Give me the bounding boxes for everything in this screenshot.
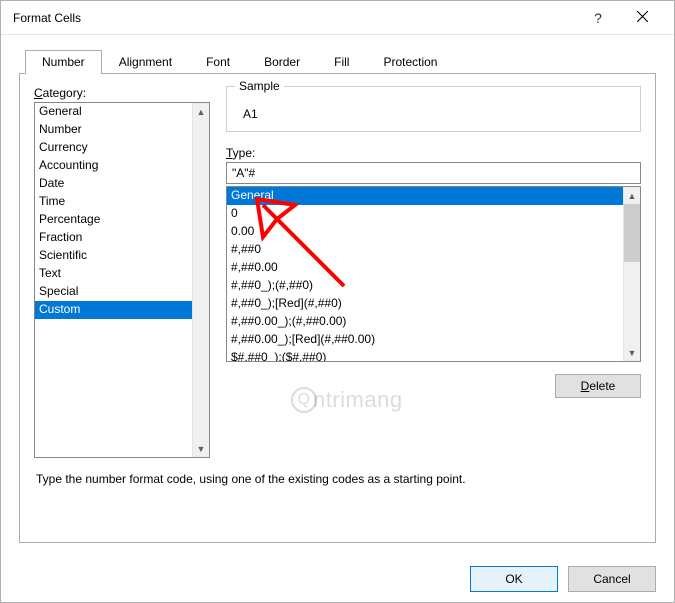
category-item[interactable]: Percentage	[35, 211, 209, 229]
category-item[interactable]: Time	[35, 193, 209, 211]
format-item[interactable]: General	[227, 187, 640, 205]
scroll-up-icon[interactable]: ▲	[624, 187, 640, 204]
type-input[interactable]	[226, 162, 641, 184]
category-item[interactable]: Custom	[35, 301, 209, 319]
scroll-down-icon[interactable]: ▼	[193, 440, 209, 457]
tab-protection[interactable]: Protection	[366, 50, 454, 74]
sample-group: Sample A1	[226, 86, 641, 132]
tab-strip: Number Alignment Font Border Fill Protec…	[25, 49, 656, 73]
category-label: Category:	[34, 86, 86, 100]
category-listbox[interactable]: GeneralNumberCurrencyAccountingDateTimeP…	[34, 102, 210, 458]
format-item[interactable]: #,##0	[227, 241, 640, 259]
window-title: Format Cells	[13, 11, 81, 25]
category-item[interactable]: Number	[35, 121, 209, 139]
category-item[interactable]: Fraction	[35, 229, 209, 247]
close-button[interactable]	[620, 3, 664, 33]
help-button[interactable]: ?	[576, 3, 620, 33]
scroll-up-icon[interactable]: ▲	[193, 103, 209, 120]
format-item[interactable]: 0.00	[227, 223, 640, 241]
category-item[interactable]: General	[35, 103, 209, 121]
format-scrollbar[interactable]: ▲ ▼	[623, 187, 640, 361]
category-item[interactable]: Currency	[35, 139, 209, 157]
tab-fill[interactable]: Fill	[317, 50, 366, 74]
format-item[interactable]: $#,##0_);($#,##0)	[227, 349, 640, 362]
format-item[interactable]: #,##0.00_);[Red](#,##0.00)	[227, 331, 640, 349]
category-item[interactable]: Scientific	[35, 247, 209, 265]
help-icon: ?	[594, 10, 602, 26]
category-scrollbar[interactable]: ▲ ▼	[192, 103, 209, 457]
ok-button[interactable]: OK	[470, 566, 558, 592]
format-item[interactable]: #,##0.00	[227, 259, 640, 277]
scrollbar-thumb[interactable]	[624, 204, 640, 262]
sample-legend: Sample	[235, 79, 284, 93]
dialog-footer: OK Cancel	[1, 556, 674, 602]
tab-font[interactable]: Font	[189, 50, 247, 74]
format-item[interactable]: #,##0_);[Red](#,##0)	[227, 295, 640, 313]
tab-border[interactable]: Border	[247, 50, 317, 74]
tab-number[interactable]: Number	[25, 50, 102, 74]
category-item[interactable]: Date	[35, 175, 209, 193]
category-item[interactable]: Text	[35, 265, 209, 283]
sample-value: A1	[237, 107, 630, 121]
category-item[interactable]: Accounting	[35, 157, 209, 175]
format-item[interactable]: #,##0.00_);(#,##0.00)	[227, 313, 640, 331]
tab-alignment[interactable]: Alignment	[102, 50, 189, 74]
helper-text: Type the number format code, using one o…	[34, 472, 641, 486]
type-label: Type:	[226, 146, 255, 160]
delete-button[interactable]: Delete	[555, 374, 641, 398]
titlebar: Format Cells ?	[1, 1, 674, 35]
format-item[interactable]: 0	[227, 205, 640, 223]
tab-panel-number: Category: GeneralNumberCurrencyAccountin…	[19, 73, 656, 543]
scroll-down-icon[interactable]: ▼	[624, 344, 640, 361]
category-item[interactable]: Special	[35, 283, 209, 301]
close-icon	[637, 11, 648, 25]
dialog-content: Number Alignment Font Border Fill Protec…	[1, 35, 674, 553]
cancel-button[interactable]: Cancel	[568, 566, 656, 592]
format-item[interactable]: #,##0_);(#,##0)	[227, 277, 640, 295]
format-listbox[interactable]: General00.00#,##0#,##0.00#,##0_);(#,##0)…	[226, 186, 641, 362]
